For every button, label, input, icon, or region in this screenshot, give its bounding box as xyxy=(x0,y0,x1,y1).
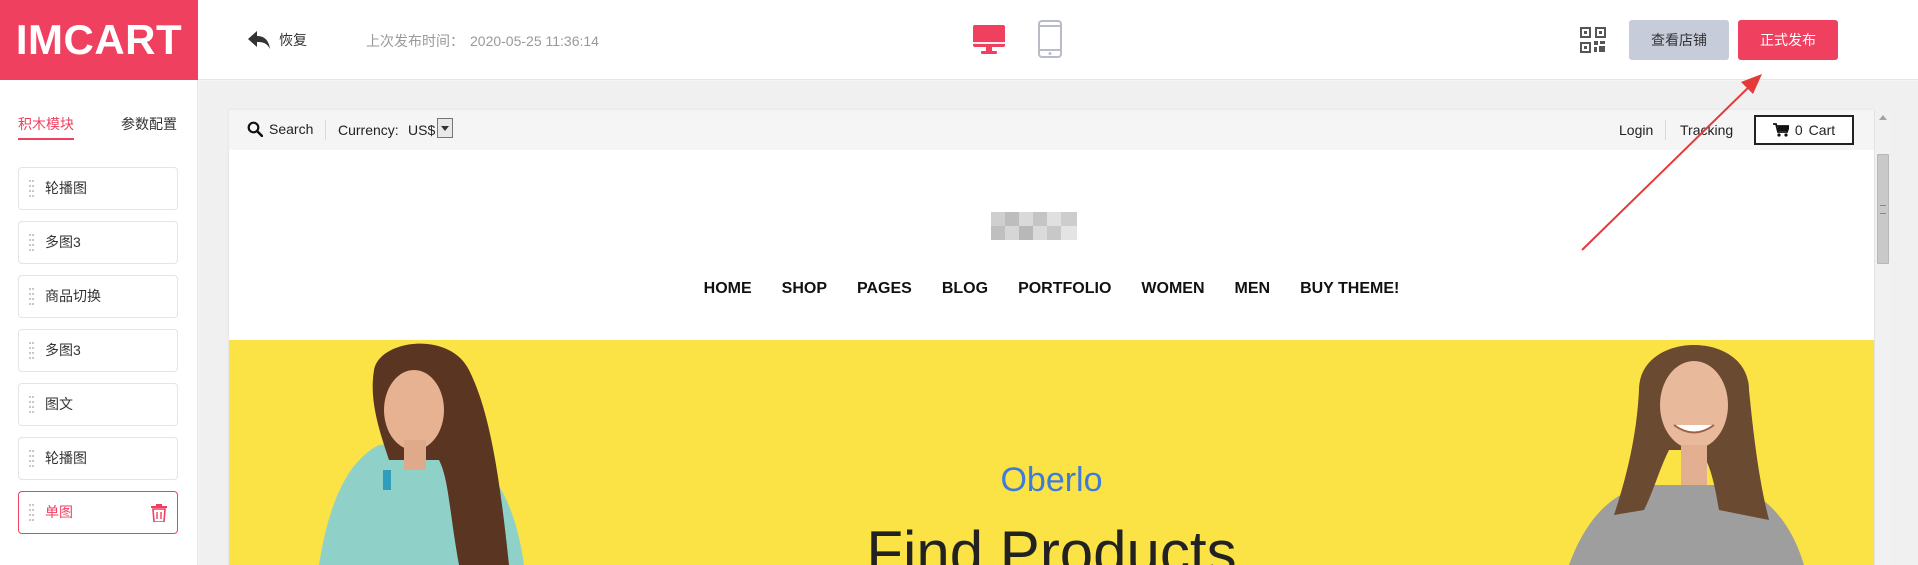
store-logo[interactable] xyxy=(991,212,1077,240)
drag-handle-icon[interactable] xyxy=(29,342,35,359)
trash-icon[interactable] xyxy=(151,504,167,522)
nav-men[interactable]: MEN xyxy=(1235,280,1271,298)
model-right-image xyxy=(1569,345,1804,565)
last-publish-info: 上次发布时间： 2020-05-25 11:36:14 xyxy=(366,31,599,51)
block-label: 多图3 xyxy=(45,342,81,358)
nav-blog[interactable]: BLOG xyxy=(942,280,988,298)
block-label: 轮播图 xyxy=(45,450,87,466)
currency-value[interactable]: US$ xyxy=(408,122,435,138)
nav-home[interactable]: HOME xyxy=(704,280,752,298)
drag-handle-icon[interactable] xyxy=(29,234,35,251)
scroll-thumb[interactable] xyxy=(1877,154,1889,264)
store-main-nav: HOME SHOP PAGES BLOG PORTFOLIO WOMEN MEN… xyxy=(229,280,1874,298)
block-item[interactable]: 轮播图 xyxy=(18,167,178,210)
divider xyxy=(325,120,326,140)
nav-shop[interactable]: SHOP xyxy=(782,280,827,298)
divider xyxy=(1665,120,1666,140)
cart-count: 0 xyxy=(1794,122,1803,138)
store-utility-bar: Search Currency: US$ Login Tracking 0 Ca… xyxy=(229,110,1874,150)
currency-dropdown[interactable] xyxy=(437,118,453,138)
drag-handle-icon[interactable] xyxy=(29,450,35,467)
drag-handle-icon[interactable] xyxy=(29,288,35,305)
nav-pages[interactable]: PAGES xyxy=(857,280,912,298)
desktop-icon[interactable] xyxy=(972,22,1006,56)
left-sidebar: 积木模块 参数配置 轮播图 多图3 商品切换 多图3 图文 轮播图 单图 xyxy=(0,80,198,565)
last-publish-label: 上次发布时间： xyxy=(366,33,464,49)
store-login-link[interactable]: Login xyxy=(1619,122,1653,138)
mobile-icon[interactable] xyxy=(1037,20,1063,58)
block-item[interactable]: 商品切换 xyxy=(18,275,178,318)
drag-handle-icon[interactable] xyxy=(29,396,35,413)
drag-handle-icon[interactable] xyxy=(29,180,35,197)
publish-button[interactable]: 正式发布 xyxy=(1738,20,1838,60)
search-label: Search xyxy=(269,121,314,137)
view-store-button[interactable]: 查看店铺 xyxy=(1629,20,1729,60)
block-label: 轮播图 xyxy=(45,180,87,196)
block-item[interactable]: 轮播图 xyxy=(18,437,178,480)
store-search[interactable]: Search xyxy=(247,121,313,137)
block-label: 商品切换 xyxy=(45,288,101,304)
top-bar: IMCART 恢复 上次发布时间： 2020-05-25 11:36:14 查看店… xyxy=(0,0,1918,80)
tab-blocks[interactable]: 积木模块 xyxy=(18,114,74,140)
currency-label: Currency: xyxy=(338,122,399,138)
block-label: 图文 xyxy=(45,396,73,412)
block-item-selected[interactable]: 单图 xyxy=(18,491,178,534)
block-item[interactable]: 图文 xyxy=(18,383,178,426)
block-item[interactable]: 多图3 xyxy=(18,221,178,264)
app-logo[interactable]: IMCART xyxy=(0,0,198,80)
sidebar-tabs: 积木模块 参数配置 xyxy=(0,114,198,140)
block-item[interactable]: 多图3 xyxy=(18,329,178,372)
restore-label: 恢复 xyxy=(279,32,307,48)
cart-icon xyxy=(1772,123,1789,137)
tab-settings[interactable]: 参数配置 xyxy=(121,114,177,138)
store-tracking-link[interactable]: Tracking xyxy=(1680,122,1733,138)
block-list: 轮播图 多图3 商品切换 多图3 图文 轮播图 单图 xyxy=(18,167,178,545)
last-publish-time: 2020-05-25 11:36:14 xyxy=(470,33,599,49)
restore-button[interactable]: 恢复 xyxy=(247,26,307,54)
nav-portfolio[interactable]: PORTFOLIO xyxy=(1018,280,1111,298)
block-label: 单图 xyxy=(45,504,73,520)
cart-button[interactable]: 0 Cart xyxy=(1754,115,1854,145)
hero-banner[interactable]: Oberlo Find Products xyxy=(229,340,1874,565)
block-label: 多图3 xyxy=(45,234,81,250)
store-preview[interactable]: Search Currency: US$ Login Tracking 0 Ca… xyxy=(229,110,1874,565)
cart-label: Cart xyxy=(1808,122,1836,138)
search-icon xyxy=(247,121,263,137)
qr-code-icon[interactable] xyxy=(1580,27,1606,53)
drag-handle-icon[interactable] xyxy=(29,504,35,521)
preview-scrollbar[interactable] xyxy=(1874,110,1890,565)
nav-buy-theme[interactable]: BUY THEME! xyxy=(1300,280,1399,298)
nav-women[interactable]: WOMEN xyxy=(1141,280,1204,298)
undo-icon xyxy=(248,31,270,49)
scroll-up-icon[interactable] xyxy=(1879,115,1887,120)
